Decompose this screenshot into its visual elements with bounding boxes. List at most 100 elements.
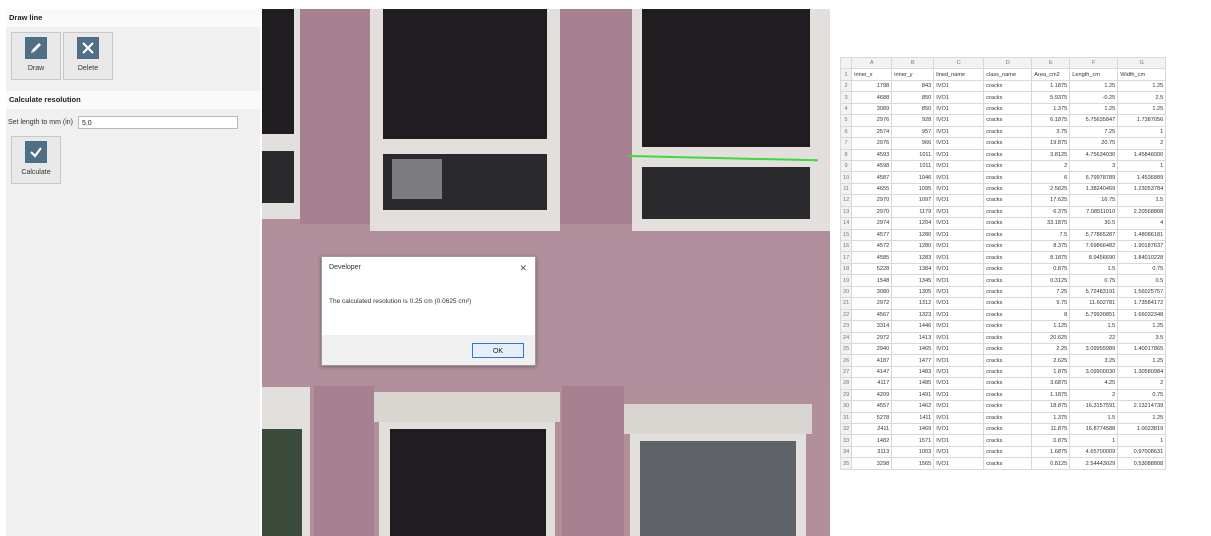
table-cell[interactable]: IVO1: [933, 354, 985, 367]
table-cell[interactable]: 3314: [851, 320, 893, 333]
table-cell[interactable]: cracks: [983, 331, 1033, 344]
table-cell[interactable]: 1.66032348: [1117, 308, 1167, 322]
table-cell[interactable]: 1.25: [1069, 79, 1119, 93]
table-cell[interactable]: 4: [1117, 217, 1167, 230]
table-cell[interactable]: 3089: [851, 102, 893, 116]
table-cell[interactable]: 2.20568808: [1117, 205, 1167, 219]
row-number[interactable]: 8: [840, 148, 853, 161]
table-cell[interactable]: 0.75: [1069, 274, 1119, 287]
table-cell[interactable]: cracks: [983, 400, 1033, 413]
table-cell[interactable]: 0.3125: [1031, 274, 1071, 287]
table-cell[interactable]: 1482: [851, 434, 893, 447]
row-number[interactable]: 12: [840, 194, 853, 207]
table-cell[interactable]: 1312: [891, 297, 935, 310]
table-cell[interactable]: 9.75: [1031, 297, 1071, 310]
table-cell[interactable]: 4.75634030: [1069, 148, 1119, 161]
table-cell[interactable]: 1.375: [1031, 411, 1071, 425]
row-number[interactable]: 4: [840, 102, 853, 116]
table-cell[interactable]: 6: [1031, 171, 1071, 184]
table-cell[interactable]: 4587: [851, 171, 893, 184]
row-number[interactable]: 30: [840, 400, 853, 413]
table-cell[interactable]: cracks: [983, 228, 1033, 242]
table-cell[interactable]: 3.09955989: [1069, 342, 1119, 356]
table-cell[interactable]: 33.1875: [1031, 217, 1071, 230]
table-cell[interactable]: cracks: [983, 434, 1033, 447]
table-cell[interactable]: IVO1: [933, 274, 985, 287]
column-letter[interactable]: B: [891, 57, 935, 70]
table-cell[interactable]: 1.6875: [1031, 445, 1071, 459]
table-cell[interactable]: 0.75: [1117, 388, 1167, 402]
table-cell[interactable]: 1.40017865: [1117, 342, 1167, 356]
table-cell[interactable]: 1003: [891, 445, 935, 459]
table-cell[interactable]: 1280: [891, 228, 935, 242]
table-cell[interactable]: cracks: [983, 148, 1033, 161]
table-cell[interactable]: cracks: [983, 342, 1033, 356]
row-number[interactable]: 27: [840, 365, 853, 379]
row-number[interactable]: 1: [840, 68, 853, 81]
table-cell[interactable]: 1.5: [1069, 262, 1119, 276]
table-cell[interactable]: 2.5625: [1031, 182, 1071, 196]
table-cell[interactable]: 850: [891, 102, 935, 116]
table-cell[interactable]: 2: [1117, 377, 1167, 390]
table-cell[interactable]: IVO1: [933, 91, 985, 104]
table-cell[interactable]: IVO1: [933, 422, 985, 436]
row-number[interactable]: 3: [840, 91, 853, 104]
table-cell[interactable]: 1.1875: [1031, 388, 1071, 402]
table-cell[interactable]: 1.25: [1117, 320, 1167, 333]
table-cell[interactable]: 1097: [891, 194, 935, 207]
table-cell[interactable]: 2.13214739: [1117, 400, 1167, 413]
table-cell[interactable]: 1469: [891, 422, 935, 436]
table-cell[interactable]: 5.77865287: [1069, 228, 1119, 242]
table-cell[interactable]: 1.38240469: [1069, 182, 1119, 196]
table-cell[interactable]: 0.5: [1117, 274, 1167, 287]
table-cell[interactable]: 1280: [891, 239, 935, 253]
table-cell[interactable]: IVO1: [933, 171, 985, 184]
row-number[interactable]: 29: [840, 388, 853, 402]
table-cell[interactable]: 1.0023819: [1117, 422, 1167, 436]
table-cell[interactable]: 0.75: [1117, 262, 1167, 276]
table-cell[interactable]: 7.69866482: [1069, 239, 1119, 253]
row-number[interactable]: 16: [840, 239, 853, 253]
table-cell[interactable]: IVO1: [933, 320, 985, 333]
table-cell[interactable]: 7.5: [1031, 228, 1071, 242]
table-cell[interactable]: 5278: [851, 411, 893, 425]
column-letter[interactable]: A: [851, 57, 893, 70]
table-cell[interactable]: cracks: [983, 205, 1033, 219]
table-cell[interactable]: IVO1: [933, 148, 985, 161]
table-cell[interactable]: 3.6875: [1031, 377, 1071, 390]
table-cell[interactable]: 2411: [851, 422, 893, 436]
table-cell[interactable]: 928: [891, 114, 935, 127]
table-cell[interactable]: 2: [1117, 137, 1167, 150]
row-number[interactable]: 15: [840, 228, 853, 242]
table-cell[interactable]: 20.625: [1031, 331, 1071, 344]
table-cell[interactable]: IVO1: [933, 457, 985, 470]
row-number[interactable]: 22: [840, 308, 853, 322]
table-cell[interactable]: 22: [1069, 331, 1119, 344]
table-cell[interactable]: cracks: [983, 194, 1033, 207]
table-cell[interactable]: 1011: [891, 159, 935, 173]
table-cell[interactable]: cracks: [983, 137, 1033, 150]
row-number[interactable]: 33: [840, 434, 853, 447]
table-cell[interactable]: 2.54443029: [1069, 457, 1119, 470]
draw-button[interactable]: Draw: [11, 32, 61, 80]
table-cell[interactable]: 1.875: [1031, 365, 1071, 379]
row-number[interactable]: 23: [840, 320, 853, 333]
table-cell[interactable]: 17.625: [1031, 194, 1071, 207]
table-cell[interactable]: 5228: [851, 262, 893, 276]
table-cell[interactable]: 2974: [851, 217, 893, 230]
row-number[interactable]: 24: [840, 331, 853, 344]
table-cell[interactable]: IVO1: [933, 251, 985, 264]
table-cell[interactable]: 6.375: [1031, 205, 1071, 219]
table-cell[interactable]: IVO1: [933, 125, 985, 139]
table-cell[interactable]: 2976: [851, 114, 893, 127]
table-cell[interactable]: 4117: [851, 377, 893, 390]
table-cell[interactable]: -0.25: [1069, 91, 1119, 104]
table-cell[interactable]: cracks: [983, 354, 1033, 367]
table-cell[interactable]: 1: [1117, 434, 1167, 447]
table-cell[interactable]: 1323: [891, 308, 935, 322]
row-number[interactable]: 31: [840, 411, 853, 425]
table-cell[interactable]: IVO1: [933, 342, 985, 356]
table-cell[interactable]: IVO1: [933, 411, 985, 425]
table-cell[interactable]: 1.25: [1117, 411, 1167, 425]
table-cell[interactable]: cracks: [983, 422, 1033, 436]
